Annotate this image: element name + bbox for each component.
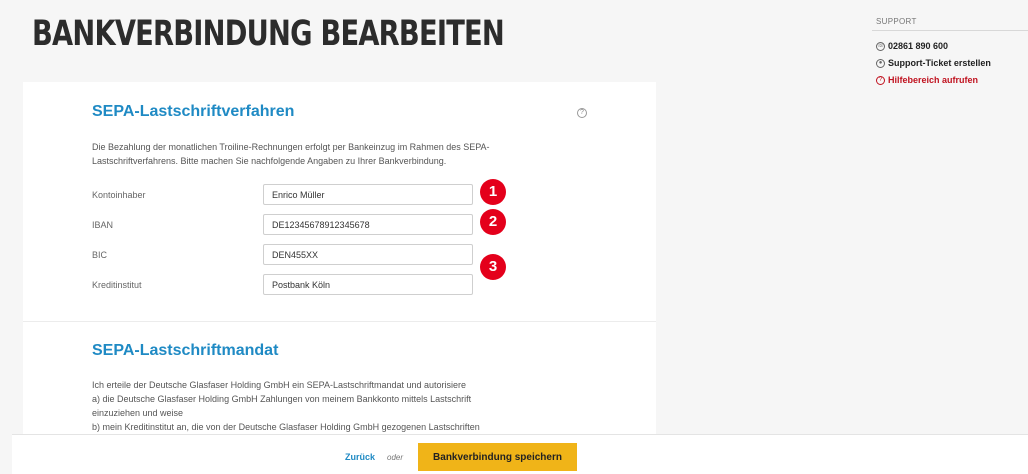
kontoinhaber-label: Kontoinhaber (92, 190, 146, 200)
mandate-line: a) die Deutsche Glasfaser Holding GmbH Z… (92, 394, 472, 404)
annotation-badge-3: 3 (480, 254, 506, 280)
help-area-label: Hilfebereich aufrufen (888, 75, 979, 85)
bic-label: BIC (92, 250, 108, 260)
mandate-line: Ich erteile der Deutsche Glasfaser Holdi… (92, 380, 467, 390)
sepa-section-title: SEPA-Lastschriftverfahren (92, 103, 295, 120)
bic-field[interactable] (263, 244, 473, 265)
sepa-intro-text: Die Bezahlung der monatlichen Troiline-R… (92, 142, 490, 166)
section-divider (23, 321, 656, 322)
kontoinhaber-field[interactable] (263, 184, 473, 205)
annotation-badge-2: 2 (480, 209, 506, 235)
user-icon: ● (876, 58, 885, 68)
mandate-section-title: SEPA-Lastschriftmandat (92, 342, 279, 359)
save-bank-details-button[interactable]: Bankverbindung speichern (418, 443, 577, 471)
back-link[interactable]: Zurück (345, 452, 375, 462)
support-ticket-label: Support-Ticket erstellen (888, 58, 991, 68)
support-phone-label: 02861 890 600 (888, 41, 949, 51)
form-card: SEPA-Lastschriftverfahren ? Die Bezahlun… (23, 82, 656, 474)
mandate-line: b) mein Kreditinstitut an, die von der D… (92, 422, 480, 432)
support-ticket-link[interactable]: ● Support-Ticket erstellen (876, 58, 991, 68)
help-area-link[interactable]: ? Hilfebereich aufrufen (876, 75, 978, 85)
mandate-text: Ich erteile der Deutsche Glasfaser Holdi… (92, 378, 512, 434)
annotation-badge-1: 1 (480, 179, 506, 205)
iban-field[interactable] (263, 214, 473, 235)
question-icon: ? (876, 75, 885, 85)
footer-bar: Zurück oder Bankverbindung speichern (12, 434, 1028, 474)
kreditinstitut-label: Kreditinstitut (92, 280, 142, 290)
iban-label: IBAN (92, 220, 114, 230)
page-title: BANKVERBINDUNG BEARBEITEN (32, 14, 505, 54)
mandate-line: einzuziehen und weise (92, 408, 184, 418)
help-icon[interactable]: ? (577, 108, 587, 118)
or-separator: oder (387, 453, 404, 462)
support-phone-link[interactable]: ☏ 02861 890 600 (876, 41, 948, 51)
phone-icon: ☏ (876, 41, 885, 51)
support-heading: SUPPORT (876, 17, 917, 26)
support-divider (872, 30, 1028, 31)
kreditinstitut-field[interactable] (263, 274, 473, 295)
